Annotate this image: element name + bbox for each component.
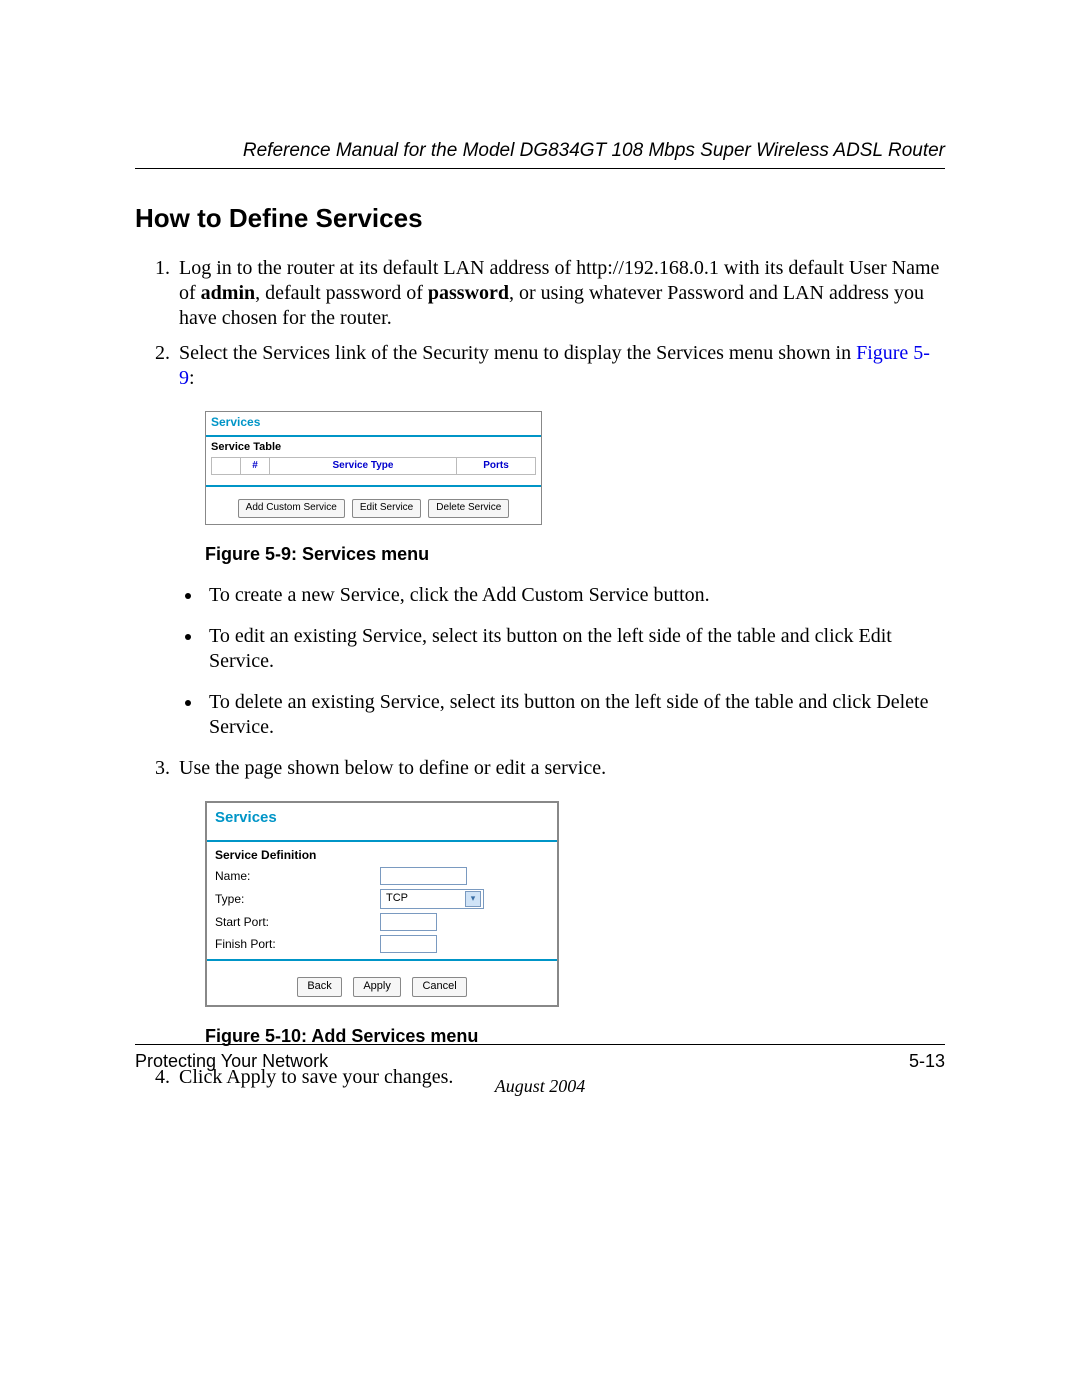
step2-text-b: : — [189, 367, 195, 389]
fig2-label-name: Name: — [215, 869, 380, 884]
steps-list: Log in to the router at its default LAN … — [135, 256, 945, 1090]
fig1-col-ports: Ports — [457, 457, 536, 475]
back-button[interactable]: Back — [297, 977, 341, 997]
page-footer: Protecting Your Network 5-13 August 2004 — [135, 1040, 945, 1097]
step3-text: Use the page shown below to define or ed… — [179, 757, 606, 779]
section-title: How to Define Services — [135, 203, 945, 234]
start-port-input[interactable] — [380, 913, 437, 931]
edit-service-button[interactable]: Edit Service — [352, 499, 421, 518]
fig2-rule2 — [207, 959, 557, 961]
step-3: Use the page shown below to define or ed… — [175, 756, 945, 1047]
fig1-button-row: Add Custom Service Edit Service Delete S… — [206, 491, 541, 524]
fig2-label-start: Start Port: — [215, 915, 380, 930]
apply-button[interactable]: Apply — [353, 977, 401, 997]
fig2-row-finish: Finish Port: — [207, 933, 557, 955]
footer-date: August 2004 — [135, 1076, 945, 1097]
type-select[interactable]: TCP ▾ — [380, 889, 484, 909]
type-select-value: TCP — [386, 892, 408, 906]
step-2: Select the Services link of the Security… — [175, 341, 945, 740]
step-1: Log in to the router at its default LAN … — [175, 256, 945, 331]
fig1-title: Services — [206, 412, 541, 430]
fig1-subtitle: Service Table — [206, 441, 541, 457]
step1-bold-password: password — [428, 282, 509, 304]
fig2-row-type: Type: TCP ▾ — [207, 887, 557, 911]
page-header: Reference Manual for the Model DG834GT 1… — [135, 140, 945, 169]
fig2-label-finish: Finish Port: — [215, 937, 380, 952]
fig2-rule — [207, 840, 557, 842]
bullet-2: To edit an existing Service, select its … — [203, 624, 945, 674]
figure-5-9-caption: Figure 5-9: Services menu — [205, 543, 945, 566]
finish-port-input[interactable] — [380, 935, 437, 953]
footer-left: Protecting Your Network — [135, 1051, 328, 1072]
fig2-title: Services — [207, 803, 557, 830]
bullets-list: To create a new Service, click the Add C… — [203, 583, 945, 740]
figure-5-10-screenshot: Services Service Definition Name: Type: … — [205, 801, 559, 1007]
fig2-button-row: Back Apply Cancel — [207, 967, 557, 1005]
step2-text-a: Select the Services link of the Security… — [179, 342, 856, 364]
fig2-row-start: Start Port: — [207, 911, 557, 933]
step1-bold-admin: admin — [201, 282, 255, 304]
fig2-row-name: Name: — [207, 865, 557, 887]
footer-right: 5-13 — [909, 1051, 945, 1072]
fig1-rule — [206, 435, 541, 437]
figure-5-9-screenshot: Services Service Table # Service Type Po… — [205, 411, 542, 525]
name-input[interactable] — [380, 867, 467, 885]
cancel-button[interactable]: Cancel — [412, 977, 466, 997]
fig1-table: # Service Type Ports — [211, 457, 536, 476]
step1-text-b: , default password of — [255, 282, 428, 304]
fig2-subtitle: Service Definition — [207, 848, 557, 865]
fig1-col-servicetype: Service Type — [270, 457, 457, 475]
chevron-down-icon: ▾ — [465, 891, 481, 907]
bullet-1: To create a new Service, click the Add C… — [203, 583, 945, 608]
fig1-rule2 — [206, 485, 541, 487]
bullet-3: To delete an existing Service, select it… — [203, 690, 945, 740]
fig2-label-type: Type: — [215, 892, 380, 907]
fig1-col-num: # — [241, 457, 270, 475]
fig1-col-radio — [212, 457, 241, 475]
delete-service-button[interactable]: Delete Service — [428, 499, 509, 518]
add-custom-service-button[interactable]: Add Custom Service — [238, 499, 345, 518]
